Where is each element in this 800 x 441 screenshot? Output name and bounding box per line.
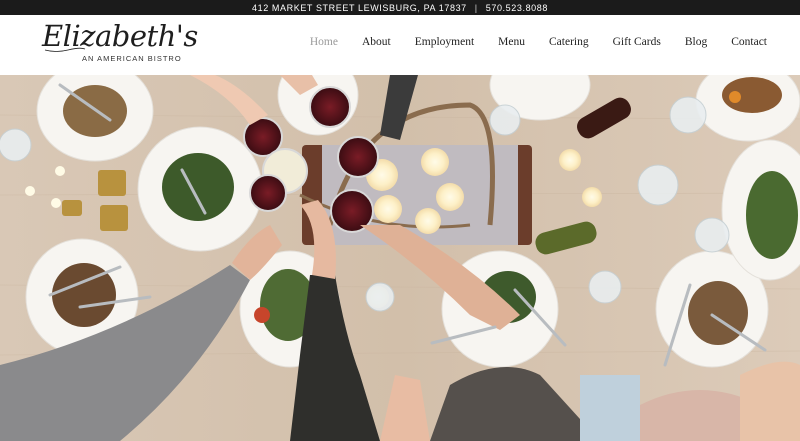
nav-item-menu[interactable]: Menu (498, 36, 525, 48)
logo-tagline: AN AMERICAN BISTRO (82, 54, 182, 63)
dinner-table-illustration (0, 75, 800, 441)
nav-item-gift-cards[interactable]: Gift Cards (613, 36, 661, 48)
phone-link[interactable]: 570.523.8088 (486, 3, 548, 13)
logo[interactable]: Elizabeth's AN AMERICAN BISTRO (42, 19, 198, 69)
nav-item-catering[interactable]: Catering (549, 36, 589, 48)
address-text: 412 MARKET STREET LEWISBURG, PA 17837 (252, 2, 467, 13)
separator: | (474, 2, 478, 13)
nav-item-contact[interactable]: Contact (731, 36, 767, 48)
nav-item-about[interactable]: About (362, 36, 391, 48)
hero-photo (0, 75, 800, 441)
nav-item-blog[interactable]: Blog (685, 36, 707, 48)
logo-swash-icon (44, 47, 86, 52)
nav-item-employment[interactable]: Employment (415, 36, 474, 48)
top-info-bar: 412 MARKET STREET LEWISBURG, PA 17837 | … (0, 0, 800, 15)
nav-item-home[interactable]: Home (310, 36, 338, 48)
site-header: Elizabeth's AN AMERICAN BISTRO Home Abou… (0, 15, 800, 75)
main-nav: Home About Employment Menu Catering Gift… (286, 36, 767, 48)
